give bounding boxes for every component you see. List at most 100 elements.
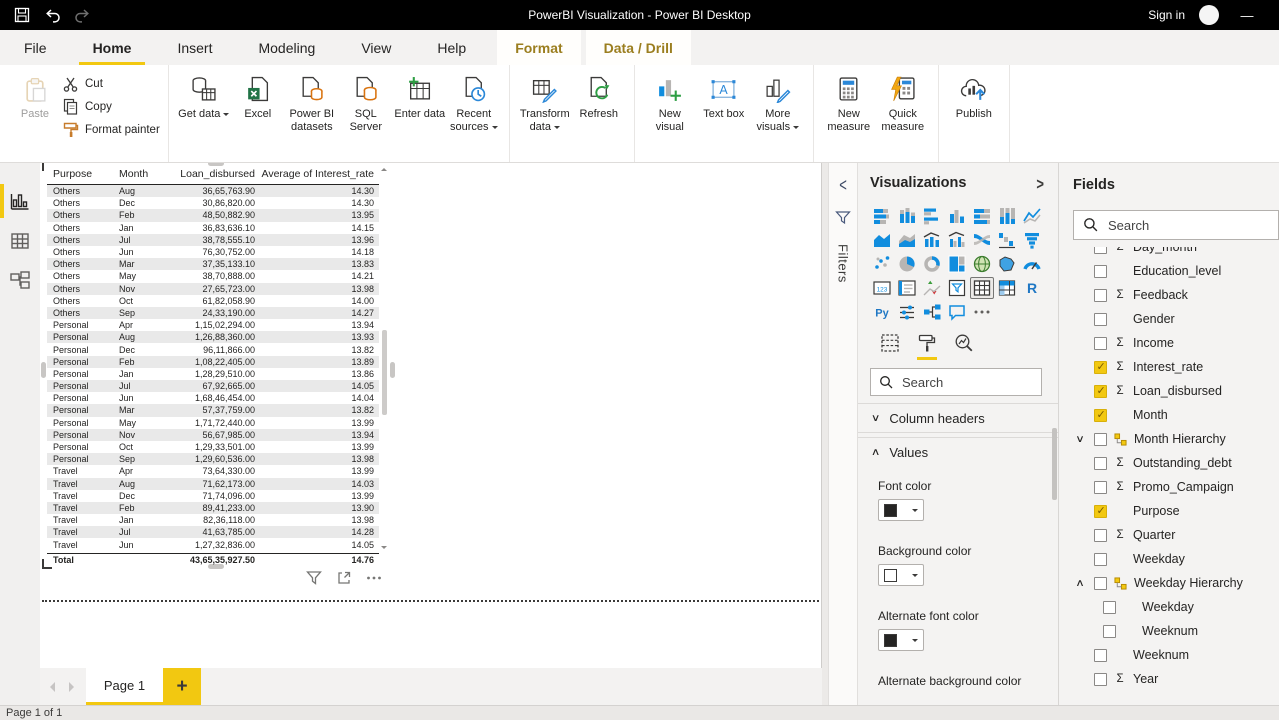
filters-pane-label[interactable]: Filters <box>836 244 851 283</box>
section-column-headers[interactable]: ∨ Column headers <box>858 403 1058 433</box>
menu-help[interactable]: Help <box>423 30 480 65</box>
hundred-stacked-bar-chart-icon[interactable] <box>970 205 994 227</box>
ribbon-chart-icon[interactable] <box>970 229 994 251</box>
new-measure-button[interactable]: New measure <box>822 71 876 136</box>
more-visuals-button[interactable]: More visuals <box>751 71 805 136</box>
field-item-weekday[interactable]: Weekday <box>1073 547 1279 571</box>
field-item-year[interactable]: ΣYear <box>1073 667 1279 691</box>
power-bi-datasets-button[interactable]: Power BI datasets <box>285 71 339 136</box>
save-icon[interactable] <box>14 7 30 23</box>
kpi-icon[interactable] <box>920 277 944 299</box>
field-item-weekday[interactable]: Weekday <box>1073 595 1279 619</box>
funnel-chart-icon[interactable] <box>1020 229 1044 251</box>
format-painter-button[interactable]: Format painter <box>62 121 160 138</box>
table-visual[interactable]: PurposeMonthLoan_disbursedAverage of Int… <box>45 164 391 566</box>
report-canvas[interactable]: PurposeMonthLoan_disbursedAverage of Int… <box>40 163 822 668</box>
analytics-tab[interactable] <box>954 333 974 360</box>
copy-button[interactable]: Copy <box>62 98 160 115</box>
field-item-weekday-hierarchy[interactable]: ∧Weekday Hierarchy <box>1073 571 1279 595</box>
new-visual-button[interactable]: New visual <box>643 71 697 136</box>
cut-button[interactable]: Cut <box>62 75 160 92</box>
multi-row-card-icon[interactable] <box>895 277 919 299</box>
field-checkbox[interactable] <box>1094 289 1107 302</box>
table-icon[interactable] <box>970 277 994 299</box>
map-icon[interactable] <box>970 253 994 275</box>
publish-button[interactable]: Publish <box>947 71 1001 123</box>
field-item-outstanding-debt[interactable]: ΣOutstanding_debt <box>1073 451 1279 475</box>
sign-in-button[interactable]: Sign in <box>1148 8 1185 22</box>
field-checkbox[interactable] <box>1094 649 1107 662</box>
field-item-weeknum[interactable]: Weeknum <box>1073 619 1279 643</box>
quick-measure-button[interactable]: Quick measure <box>876 71 930 136</box>
waterfall-chart-icon[interactable] <box>995 229 1019 251</box>
q-and-a-icon[interactable] <box>945 301 969 323</box>
scroll-thumb[interactable] <box>382 330 387 415</box>
field-item-promo-campaign[interactable]: ΣPromo_Campaign <box>1073 475 1279 499</box>
r-script-icon[interactable]: R <box>1020 277 1044 299</box>
column-header-month[interactable]: Month <box>119 168 161 180</box>
decomposition-tree-icon[interactable] <box>920 301 944 323</box>
field-checkbox[interactable] <box>1094 247 1107 254</box>
fields-tab[interactable] <box>880 333 900 360</box>
field-checkbox[interactable] <box>1094 529 1107 542</box>
visualizations-scrollbar[interactable] <box>1052 428 1057 500</box>
field-checkbox[interactable] <box>1094 505 1107 518</box>
field-checkbox[interactable] <box>1094 673 1107 686</box>
avatar[interactable] <box>1199 5 1219 25</box>
visual-drag-handle[interactable] <box>390 362 395 378</box>
color-dropdown-background-color[interactable] <box>878 564 924 586</box>
field-item-month[interactable]: Month <box>1073 403 1279 427</box>
field-item-day-month[interactable]: ΣDay_month <box>1073 247 1279 259</box>
table-header-row[interactable]: PurposeMonthLoan_disbursedAverage of Int… <box>47 164 379 185</box>
fields-search-box[interactable]: Search <box>1073 210 1279 240</box>
field-checkbox[interactable] <box>1094 553 1107 566</box>
recent-sources-button[interactable]: Recent sources <box>447 71 501 136</box>
minimize-button[interactable]: — <box>1233 8 1261 23</box>
stacked-bar-chart-icon[interactable] <box>870 205 894 227</box>
field-item-weeknum[interactable]: Weeknum <box>1073 643 1279 667</box>
field-checkbox[interactable] <box>1094 577 1107 590</box>
more-options-icon[interactable] <box>970 301 994 323</box>
format-tab[interactable] <box>917 333 937 360</box>
line-and-clustered-column-chart-icon[interactable] <box>945 229 969 251</box>
field-checkbox[interactable] <box>1094 385 1107 398</box>
slicer-icon[interactable] <box>945 277 969 299</box>
excel-button[interactable]: Excel <box>231 71 285 123</box>
scroll-up-icon[interactable] <box>381 168 387 171</box>
stacked-column-chart-icon[interactable] <box>895 205 919 227</box>
data-view-button[interactable] <box>0 221 40 261</box>
field-item-education-level[interactable]: Education_level <box>1073 259 1279 283</box>
field-checkbox[interactable] <box>1094 361 1107 374</box>
refresh-button[interactable]: Refresh <box>572 71 626 123</box>
sql-server-button[interactable]: SQL Server <box>339 71 393 136</box>
collapse-visualizations-icon[interactable]: > <box>1036 173 1048 193</box>
treemap-icon[interactable] <box>945 253 969 275</box>
expand-filters-icon[interactable]: < <box>839 174 847 195</box>
donut-chart-icon[interactable] <box>920 253 944 275</box>
undo-icon[interactable] <box>44 7 60 23</box>
prev-page-icon[interactable] <box>50 682 55 692</box>
focus-mode-icon[interactable] <box>335 569 353 587</box>
key-influencers-icon[interactable] <box>895 301 919 323</box>
field-checkbox[interactable] <box>1103 625 1116 638</box>
field-checkbox[interactable] <box>1103 601 1116 614</box>
pie-chart-icon[interactable] <box>895 253 919 275</box>
column-header-loan-disbursed[interactable]: Loan_disbursed <box>161 168 255 180</box>
card-icon[interactable]: 123 <box>870 277 894 299</box>
next-page-icon[interactable] <box>69 682 74 692</box>
contextual-tab-data-drill[interactable]: Data / Drill <box>586 30 691 65</box>
menu-home[interactable]: Home <box>79 30 146 65</box>
hundred-stacked-column-chart-icon[interactable] <box>995 205 1019 227</box>
report-view-button[interactable] <box>0 181 40 221</box>
color-dropdown-font-color[interactable] <box>878 499 924 521</box>
more-options-icon[interactable] <box>365 569 383 587</box>
add-page-button[interactable]: + <box>163 668 201 705</box>
field-checkbox[interactable] <box>1094 265 1107 278</box>
section-values[interactable]: ∧ Values <box>858 437 1058 467</box>
text-box-button[interactable]: AText box <box>697 71 751 123</box>
clustered-bar-chart-icon[interactable] <box>920 205 944 227</box>
scatter-chart-icon[interactable] <box>870 253 894 275</box>
scroll-down-icon[interactable] <box>381 546 387 549</box>
field-item-quarter[interactable]: ΣQuarter <box>1073 523 1279 547</box>
transform-data-button[interactable]: Transform data <box>518 71 572 136</box>
